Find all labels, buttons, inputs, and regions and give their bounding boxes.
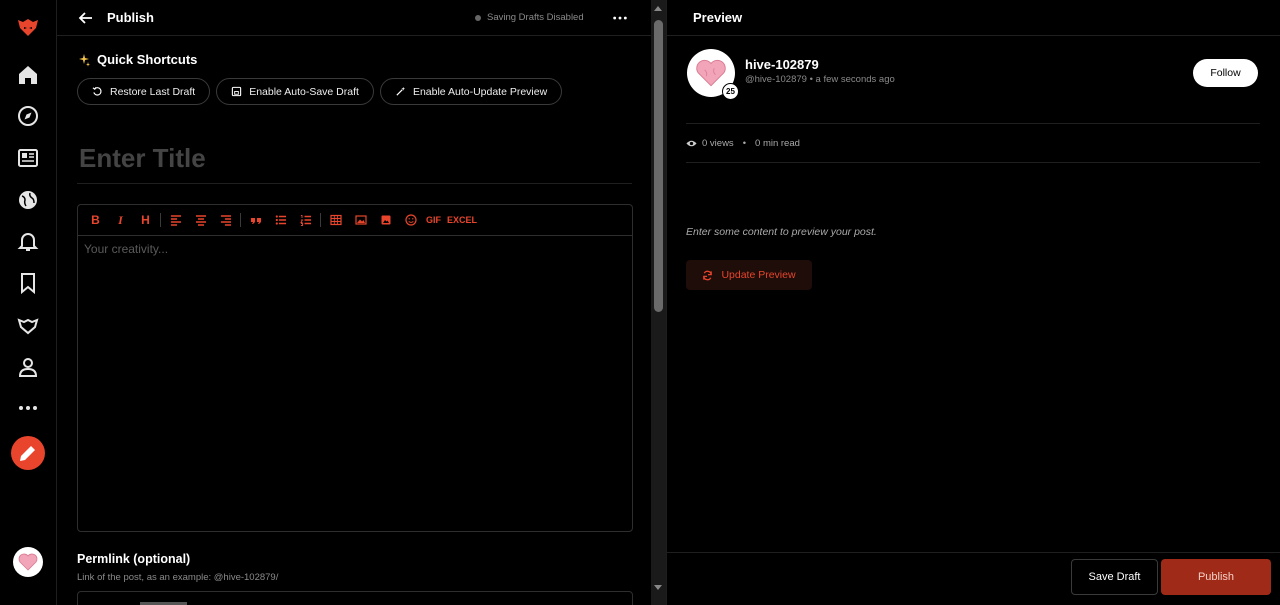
bold-button[interactable]: B [83,210,108,230]
home-icon[interactable] [14,61,42,89]
align-left-icon [170,215,181,226]
excel-button[interactable]: EXCEL [444,210,480,230]
user-avatar[interactable] [13,547,43,577]
status-dot-icon [475,14,481,21]
publish-button[interactable]: Publish [1161,559,1271,595]
emoji-button[interactable] [398,210,423,230]
image-button[interactable] [348,210,373,230]
author-handle[interactable]: @hive-102879 [745,74,807,85]
formatting-toolbar: B I H GIF EXCEL [78,205,632,236]
emoji-icon [404,214,417,226]
toolbar-divider [320,213,321,227]
italic-button[interactable]: I [108,210,133,230]
posted-time: a few seconds ago [815,74,895,85]
editor-scrollbar[interactable] [651,0,666,605]
community-logo-icon[interactable] [14,312,42,340]
more-options-icon[interactable] [611,10,629,26]
bullet-list-icon [275,215,286,225]
update-preview-button[interactable]: Update Preview [686,260,812,290]
undo-icon [92,87,102,96]
globe-icon[interactable] [14,186,42,214]
heart-avatar-icon [18,553,38,571]
image-icon [354,215,367,225]
align-center-icon [195,215,206,226]
image-upload-icon [381,215,390,225]
quote-icon [250,218,261,224]
upload-image-button[interactable] [373,210,398,230]
app-logo-icon[interactable] [14,14,42,42]
align-center-button[interactable] [188,210,213,230]
bullet-list-button[interactable] [268,210,293,230]
table-icon [329,214,342,226]
permlink-help-text: Link of the post, as an example: @hive-1… [77,572,279,583]
quick-shortcuts-heading: Quick Shortcuts [77,52,197,67]
draft-status: Saving Drafts Disabled [475,12,584,23]
enable-auto-save-draft-button[interactable]: Enable Auto-Save Draft [216,78,374,105]
preview-empty-message: Enter some content to preview your post. [686,226,877,238]
quick-shortcuts-row: Restore Last Draft Enable Auto-Save Draf… [77,78,563,105]
divider [686,123,1260,124]
scrollbar-thumb[interactable] [654,20,663,312]
align-left-button[interactable] [163,210,188,230]
magic-wand-icon [396,86,406,96]
editor-pane: Publish Saving Drafts Disabled Quick Sho… [57,0,651,605]
align-right-icon [220,215,231,226]
toolbar-divider [160,213,161,227]
author-meta: @hive-102879 • a few seconds ago [745,74,895,85]
numbered-list-button[interactable] [293,210,318,230]
post-body-textarea[interactable] [78,236,632,530]
preview-title: Preview [693,10,743,25]
table-button[interactable] [323,210,348,230]
save-icon [232,86,242,97]
save-draft-button[interactable]: Save Draft [1071,559,1158,595]
numbered-list-icon [299,215,311,226]
compose-pencil-button[interactable] [11,436,45,470]
enable-auto-update-preview-button[interactable]: Enable Auto-Update Preview [379,78,563,105]
back-arrow-icon[interactable] [77,9,95,27]
profile-icon[interactable] [14,353,42,381]
heading-button[interactable]: H [133,210,158,230]
follow-button[interactable]: Follow [1193,59,1258,87]
more-icon[interactable] [14,394,42,422]
preview-pane: Preview 25 hive-102879 @hive-102879 • a … [666,0,1280,605]
author-name[interactable]: hive-102879 [745,57,819,72]
quote-button[interactable] [243,210,268,230]
scroll-down-arrow-icon[interactable] [654,585,662,590]
scroll-up-arrow-icon[interactable] [654,6,662,11]
draft-status-text: Saving Drafts Disabled [487,12,584,23]
refresh-icon [703,270,713,280]
notifications-bell-icon[interactable] [14,227,42,255]
align-right-button[interactable] [213,210,238,230]
gif-button[interactable]: GIF [423,210,444,230]
markdown-editor: B I H GIF EXCEL Your creativity... [77,204,633,532]
toolbar-divider [240,213,241,227]
preview-header: Preview [667,0,1280,36]
pencil-icon [20,446,35,461]
restore-last-draft-button[interactable]: Restore Last Draft [77,78,211,105]
post-title-input[interactable] [77,134,632,184]
left-navigation [0,0,57,605]
divider [686,162,1260,163]
reputation-badge: 25 [722,83,739,100]
editor-header: Publish Saving Drafts Disabled [57,0,651,36]
eye-icon [686,140,697,147]
sparkles-icon [79,53,90,66]
permlink-label: Permlink (optional) [77,552,191,566]
stats-separator: • [742,138,747,149]
news-feed-icon[interactable] [14,144,42,172]
quick-shortcuts-label: Quick Shortcuts [97,52,198,67]
read-time: 0 min read [755,138,800,149]
post-stats: 0 views • 0 min read [686,138,800,149]
views-count: 0 views [702,138,734,149]
explore-compass-icon[interactable] [14,102,42,130]
bookmark-icon[interactable] [14,269,42,297]
editor-title: Publish [107,10,154,25]
preview-footer: Save Draft Publish [667,552,1280,605]
meta-separator: • [809,74,813,85]
